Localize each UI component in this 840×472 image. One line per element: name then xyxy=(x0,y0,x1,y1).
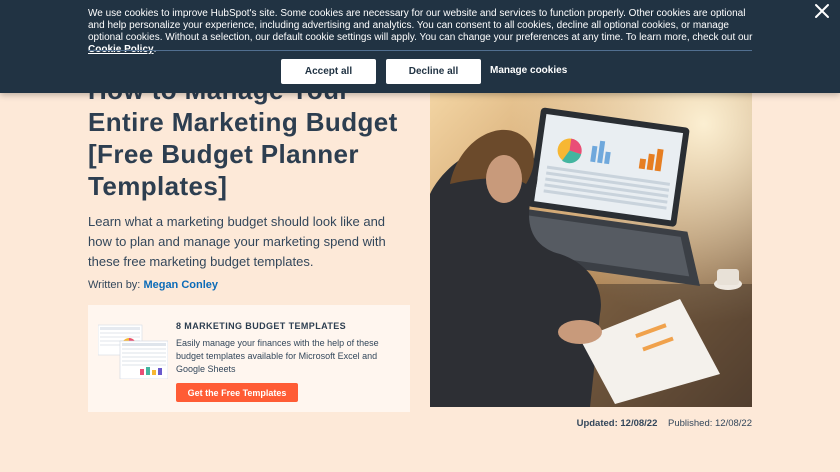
author-link[interactable]: Megan Conley xyxy=(143,279,218,291)
close-icon[interactable] xyxy=(812,1,832,21)
article-intro: Learn what a marketing budget should loo… xyxy=(88,214,386,269)
byline: Written by: Megan Conley xyxy=(88,279,218,291)
published-date: Published: 12/08/22 xyxy=(668,418,752,429)
written-by-label: Written by: xyxy=(88,279,141,291)
cookie-banner-text: We use cookies to improve HubSpot's site… xyxy=(88,8,756,56)
article-dates: Updated: 12/08/22 Published: 12/08/22 xyxy=(577,418,752,429)
cookie-divider xyxy=(88,50,752,51)
promo-heading: 8 MARKETING BUDGET TEMPLATES xyxy=(176,321,347,331)
updated-date: Updated: 12/08/22 xyxy=(576,418,658,429)
decline-all-button[interactable]: Decline all xyxy=(386,59,481,84)
manage-cookies-link[interactable]: Manage cookies xyxy=(490,65,567,76)
promo-card: 8 MARKETING BUDGET TEMPLATES Easily mana… xyxy=(88,305,410,412)
get-templates-button[interactable]: Get the Free Templates xyxy=(176,383,298,402)
cookie-message: We use cookies to improve HubSpot's site… xyxy=(88,8,753,43)
hero-image xyxy=(430,74,752,407)
budget-template-thumbnail xyxy=(98,324,168,379)
article-title: How to Manage Your Entire Marketing Budg… xyxy=(88,75,398,201)
accept-all-button[interactable]: Accept all xyxy=(281,59,376,84)
promo-text: Easily manage your finances with the hel… xyxy=(176,338,379,374)
cookie-banner: We use cookies to improve HubSpot's site… xyxy=(0,0,840,93)
